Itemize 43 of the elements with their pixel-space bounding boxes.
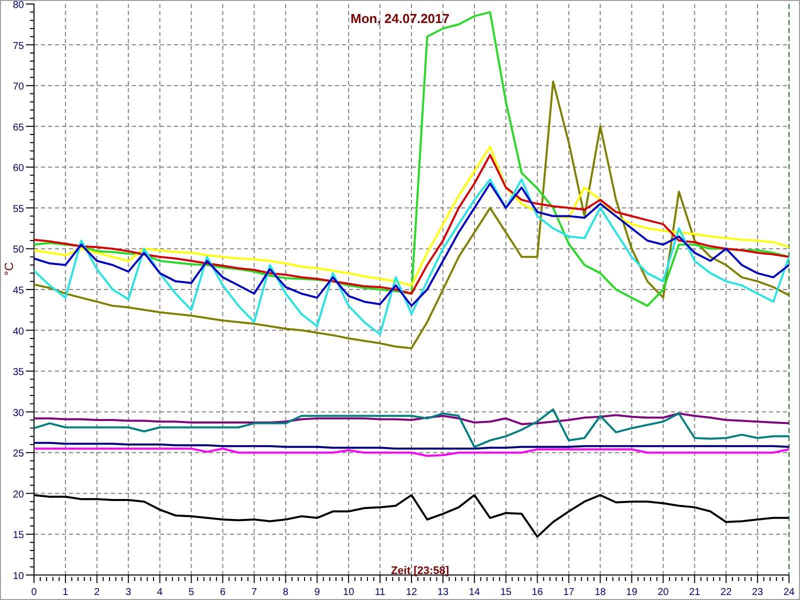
axis-tick-label: 50: [12, 244, 24, 256]
axis-tick-label: 70: [12, 82, 24, 93]
axis-tick-label: 13: [437, 587, 449, 598]
axis-tick-label: 4: [157, 587, 163, 598]
axis-tick-label: 7: [251, 587, 257, 598]
axis-tick-label: 17: [563, 587, 574, 598]
axis-tick-label: 30: [12, 408, 24, 419]
axis-tick-label: 15: [12, 530, 24, 542]
axis-tick-label: 19: [626, 587, 638, 598]
axis-tick-label: 10: [343, 587, 354, 598]
axis-tick-label: 16: [532, 587, 543, 598]
axis-tick-label: 10: [12, 571, 24, 582]
axis-tick-label: 3: [126, 587, 132, 598]
axis-tick-label: 55: [12, 204, 24, 215]
axis-tick-label: 80: [12, 1, 24, 11]
axis-tick-label: 2: [94, 587, 100, 598]
axis-tick-label: 15: [500, 587, 512, 598]
axis-tick-label: 24: [783, 587, 795, 598]
axis-tick-label: 21: [689, 587, 700, 598]
axis-tick-label: 20: [658, 587, 669, 598]
axis-tick-label: 23: [752, 587, 764, 598]
axis-tick-label: 14: [468, 587, 480, 598]
axis-tick-label: 65: [12, 122, 24, 134]
axis-tick-label: 22: [720, 587, 732, 598]
axis-tick-label: 20: [12, 489, 24, 500]
axis-tick-label: 9: [314, 587, 320, 598]
axis-tick-label: 8: [282, 587, 288, 598]
chart-title: Mon, 24.07.2017: [350, 11, 450, 26]
y-axis-label: °C: [2, 262, 16, 276]
axis-tick-label: 45: [12, 286, 24, 296]
axis-tick-label: 6: [220, 587, 226, 598]
axis-tick-label: 1: [62, 587, 68, 598]
axis-tick-label: 25: [12, 448, 24, 460]
x-axis-label: Zeit [23:58]: [390, 565, 450, 577]
axis-tick-label: 60: [12, 163, 24, 174]
axis-tick-label: 35: [12, 367, 24, 378]
axis-tick-label: 75: [12, 40, 24, 52]
axis-tick-label: 5: [188, 587, 194, 598]
axis-tick-label: 40: [12, 326, 24, 338]
axis-tick-label: 12: [406, 587, 418, 598]
axis-tick-label: 11: [374, 587, 386, 598]
axis-tick-label: 0: [31, 587, 37, 598]
axis-tick-label: 18: [594, 587, 606, 598]
